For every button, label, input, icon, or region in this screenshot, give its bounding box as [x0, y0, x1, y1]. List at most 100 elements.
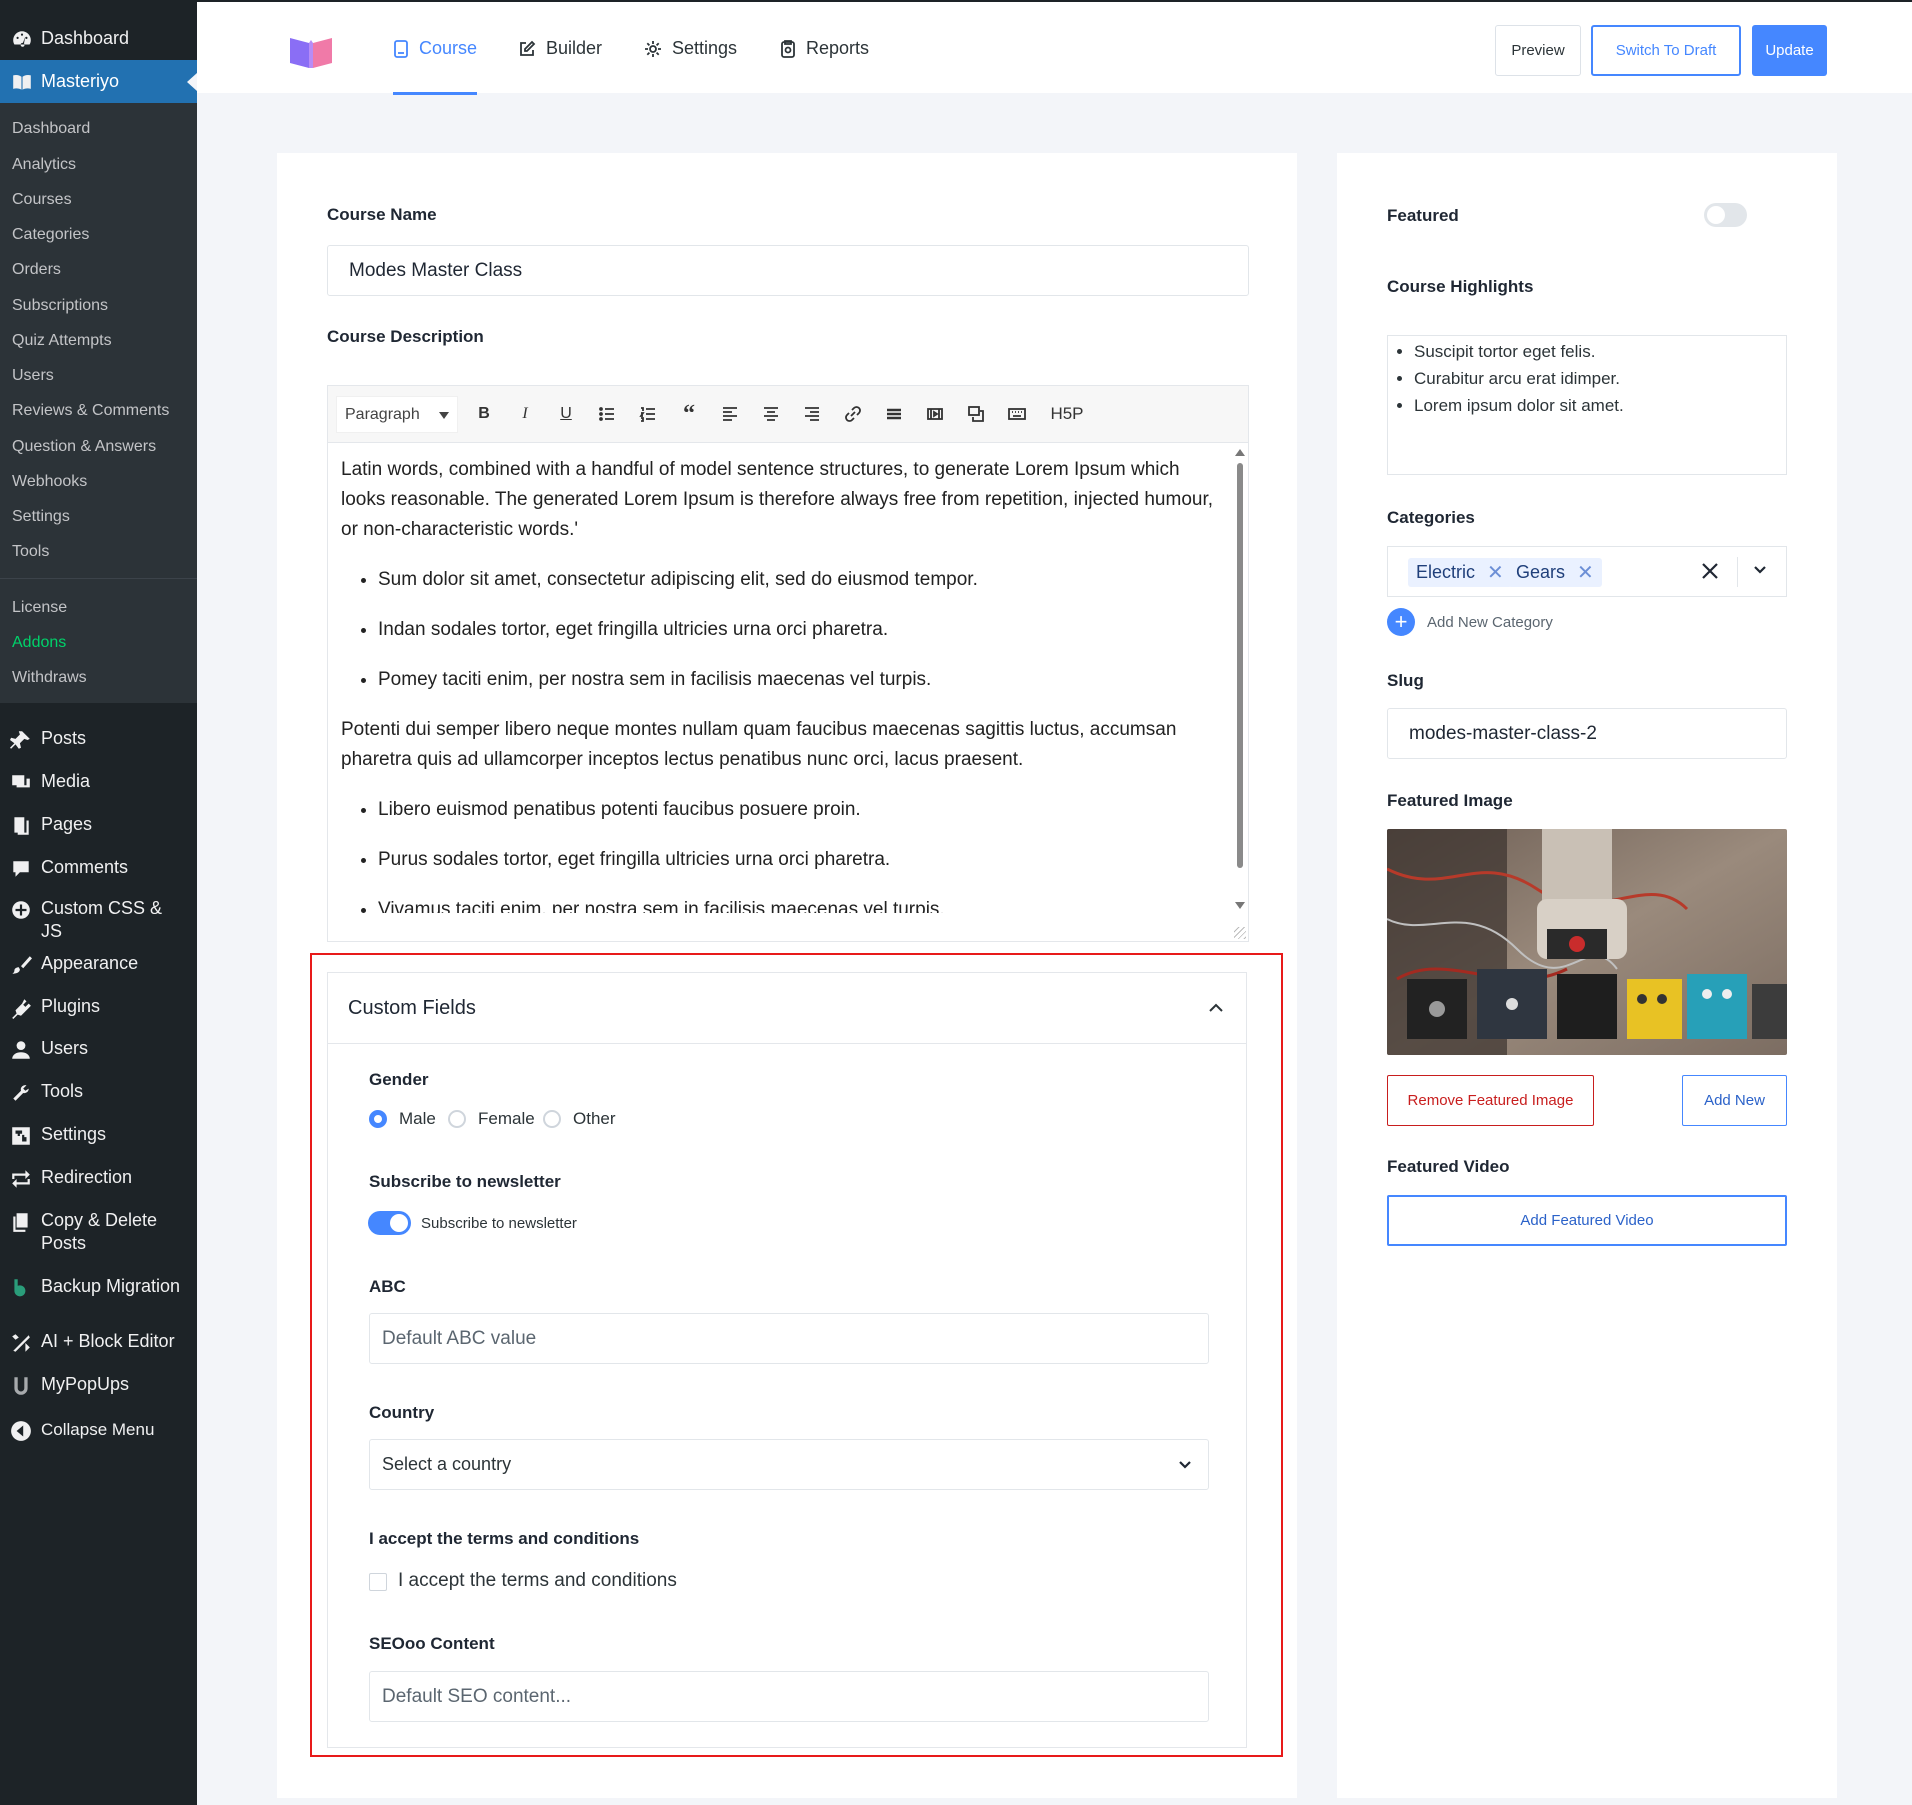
menu-ai-block-editor-label: AI + Block Editor	[41, 1331, 175, 1351]
menu-posts[interactable]: Posts	[0, 727, 197, 751]
submenu-subscriptions[interactable]: Subscriptions	[12, 297, 108, 315]
plus-circle-icon	[8, 897, 34, 921]
menu-pages[interactable]: Pages	[0, 813, 197, 837]
read-more-icon[interactable]	[883, 403, 905, 425]
resize-handle-icon[interactable]	[1234, 927, 1246, 939]
submenu-dashboard[interactable]: Dashboard	[12, 120, 90, 138]
categories-select[interactable]: Electric ✕ Gears ✕	[1387, 546, 1787, 597]
abc-input[interactable]: Default ABC value	[369, 1313, 1209, 1364]
format-select[interactable]: Paragraph	[336, 396, 458, 433]
menu-dashboard[interactable]: Dashboard	[0, 17, 197, 60]
menu-tools[interactable]: Tools	[0, 1080, 197, 1104]
menu-mypopups[interactable]: MyPopUps	[0, 1373, 197, 1397]
submenu-reviews[interactable]: Reviews & Comments	[12, 402, 169, 420]
remove-tag-icon[interactable]: ✕	[1487, 560, 1504, 585]
bullet-list-icon[interactable]	[596, 403, 618, 425]
newsletter-toggle[interactable]	[368, 1211, 411, 1235]
submenu-qa[interactable]: Question & Answers	[12, 438, 156, 456]
course-highlights-editor[interactable]: Suscipit tortor eget felis. Curabitur ar…	[1387, 335, 1787, 475]
submenu-license[interactable]: License	[12, 599, 67, 617]
submenu-courses[interactable]: Courses	[12, 191, 72, 209]
tab-reports[interactable]: Reports	[780, 2, 869, 95]
media-embed-icon[interactable]	[924, 403, 946, 425]
course-name-input[interactable]: Modes Master Class	[327, 245, 1249, 296]
submenu-analytics[interactable]: Analytics	[12, 156, 76, 174]
submenu-orders[interactable]: Orders	[12, 261, 61, 279]
terms-checkbox[interactable]	[369, 1573, 387, 1591]
numbered-list-icon[interactable]	[637, 403, 659, 425]
submenu-settings[interactable]: Settings	[12, 508, 70, 526]
menu-masteriyo-label: Masteriyo	[41, 71, 120, 91]
preview-button[interactable]: Preview	[1495, 25, 1581, 76]
custom-fields-header[interactable]: Custom Fields	[328, 973, 1246, 1044]
blockquote-icon[interactable]: “	[678, 401, 700, 427]
slug-label: Slug	[1387, 671, 1424, 690]
featured-toggle[interactable]	[1704, 203, 1747, 227]
align-right-icon[interactable]	[801, 403, 823, 425]
mypopups-icon	[8, 1373, 34, 1397]
menu-collapse[interactable]: Collapse Menu	[0, 1418, 197, 1442]
course-description-label: Course Description	[327, 327, 484, 346]
update-button[interactable]: Update	[1752, 25, 1827, 76]
menu-settings[interactable]: Settings	[0, 1123, 197, 1147]
redirect-icon	[8, 1166, 34, 1190]
country-select[interactable]: Select a country	[369, 1439, 1209, 1490]
media-icon	[8, 770, 34, 794]
add-featured-video-button[interactable]: Add Featured Video	[1387, 1195, 1787, 1246]
menu-backup-migration[interactable]: Backup Migration	[0, 1275, 197, 1299]
submenu-withdraws[interactable]: Withdraws	[12, 669, 87, 687]
scroll-thumb[interactable]	[1237, 463, 1243, 868]
remove-tag-icon[interactable]: ✕	[1577, 560, 1594, 585]
submenu-webhooks[interactable]: Webhooks	[12, 473, 87, 491]
gender-radio-other[interactable]: Other	[543, 1109, 616, 1129]
scroll-down-icon[interactable]	[1235, 902, 1245, 909]
align-center-icon[interactable]	[760, 403, 782, 425]
editor-content[interactable]: Latin words, combined with a handful of …	[328, 443, 1234, 913]
menu-appearance[interactable]: Appearance	[0, 952, 197, 976]
format-select-value: Paragraph	[345, 405, 420, 423]
tab-builder[interactable]: Builder	[518, 2, 602, 95]
link-icon[interactable]	[842, 403, 864, 425]
submenu-addons[interactable]: Addons	[12, 634, 66, 652]
submenu-categories[interactable]: Categories	[12, 226, 89, 244]
scroll-up-icon[interactable]	[1235, 449, 1245, 456]
seo-content-input[interactable]: Default SEO content...	[369, 1671, 1209, 1722]
menu-media[interactable]: Media	[0, 770, 197, 794]
menu-ai-block-editor[interactable]: AI + Block Editor	[0, 1330, 197, 1354]
chevron-down-icon[interactable]	[1752, 564, 1768, 576]
remove-featured-image-button[interactable]: Remove Featured Image	[1387, 1075, 1594, 1126]
menu-redirection[interactable]: Redirection	[0, 1166, 197, 1190]
admin-sidebar: Dashboard Masteriyo Dashboard Analytics …	[0, 0, 197, 1805]
submenu-quiz-attempts[interactable]: Quiz Attempts	[12, 332, 112, 350]
slug-input[interactable]: modes-master-class-2	[1387, 708, 1787, 759]
user-icon	[8, 1037, 34, 1061]
underline-icon[interactable]: U	[555, 403, 577, 425]
gender-radio-male[interactable]: Male	[369, 1109, 436, 1129]
italic-icon[interactable]: I	[514, 403, 536, 425]
tab-course[interactable]: Course	[393, 2, 478, 95]
course-side-card: Featured Course Highlights Suscipit tort…	[1337, 153, 1837, 1798]
clear-icon[interactable]	[1698, 559, 1722, 583]
align-left-icon[interactable]	[719, 403, 741, 425]
menu-comments[interactable]: Comments	[0, 856, 197, 880]
gender-radio-female[interactable]: Female	[448, 1109, 535, 1129]
menu-users[interactable]: Users	[0, 1037, 197, 1061]
menu-custom-css[interactable]: Custom CSS & JS	[0, 897, 197, 943]
menu-plugins[interactable]: Plugins	[0, 995, 197, 1019]
switch-to-draft-button[interactable]: Switch To Draft	[1591, 25, 1741, 76]
add-new-image-button[interactable]: Add New	[1682, 1075, 1787, 1126]
editor-scrollbar[interactable]	[1232, 443, 1248, 913]
add-new-category-button[interactable]: + Add New Category	[1387, 608, 1553, 636]
chevron-up-icon[interactable]	[1206, 998, 1226, 1018]
h5p-button[interactable]: H5P	[1047, 403, 1087, 425]
keyboard-icon[interactable]	[1006, 403, 1028, 425]
menu-copy-delete[interactable]: Copy & Delete Posts	[0, 1209, 197, 1255]
add-media-icon[interactable]	[965, 403, 987, 425]
category-tag-label: Electric	[1416, 562, 1476, 582]
bold-icon[interactable]: B	[473, 403, 495, 425]
menu-masteriyo[interactable]: Masteriyo	[0, 60, 197, 103]
submenu-users[interactable]: Users	[12, 367, 54, 385]
description-editor: Paragraph B I U “ H5P Latin words, combi…	[327, 385, 1249, 942]
submenu-tools[interactable]: Tools	[12, 543, 49, 561]
tab-settings[interactable]: Settings	[644, 2, 737, 95]
